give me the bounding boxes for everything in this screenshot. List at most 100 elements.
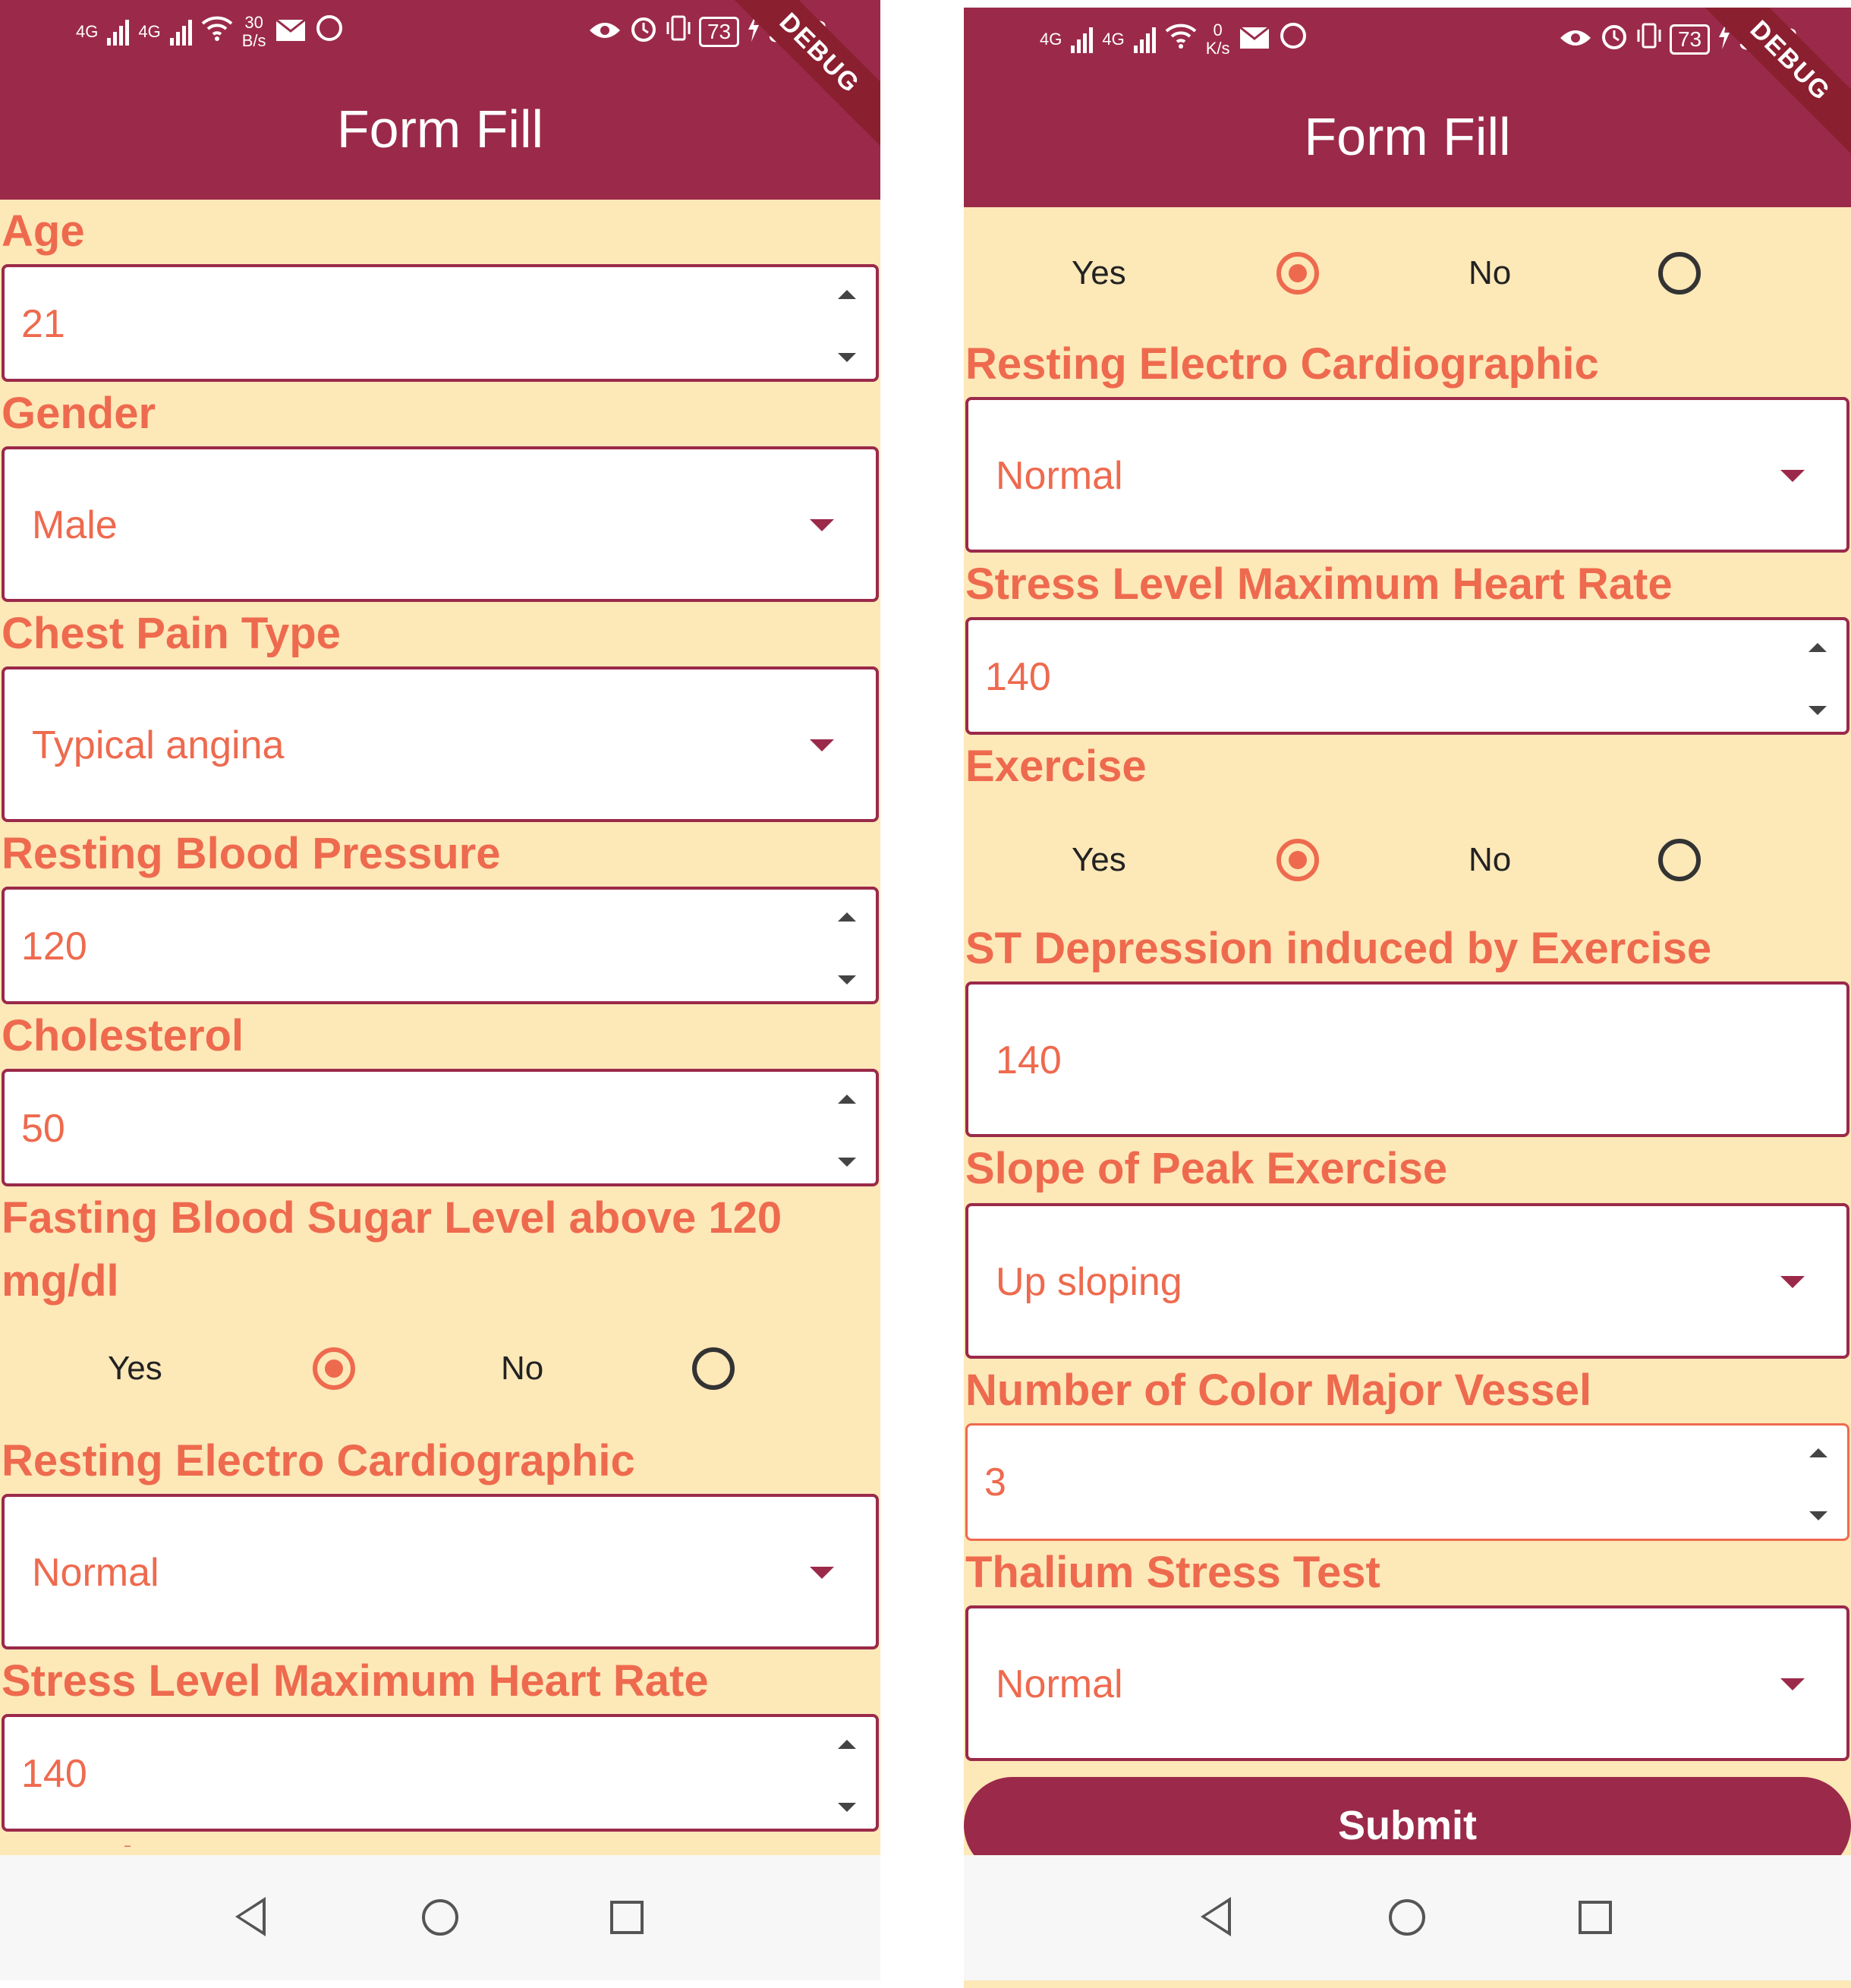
fasting-no-radio[interactable] xyxy=(1658,252,1701,295)
vibrate-icon xyxy=(1636,22,1662,57)
alarm-icon xyxy=(1600,21,1629,58)
battery-icon: 73 xyxy=(698,17,740,47)
gender-dropdown[interactable]: Male xyxy=(2,446,879,602)
fasting-yes-label: Yes xyxy=(1072,254,1126,291)
net-speed-unit: K/s xyxy=(1205,39,1230,58)
resting-bp-stepper[interactable] xyxy=(838,912,861,985)
signal-icon xyxy=(169,18,192,46)
spinner-down-icon[interactable] xyxy=(1809,1511,1827,1520)
battery-icon: 73 xyxy=(1669,24,1711,55)
system-nav-bar xyxy=(964,1855,1851,1980)
exercise-no-radio[interactable] xyxy=(1658,839,1701,881)
network-type-label: 4G xyxy=(138,22,161,41)
form-content: Yes No Resting Electro Cardiographic Nor… xyxy=(964,207,1851,1988)
resting-ecg-value: Normal xyxy=(996,454,1123,498)
app-bar: 4G 4G 30B/s 73 3:08 Form Fill DEB xyxy=(0,0,880,200)
max-hr-input[interactable]: 140 xyxy=(2,1714,879,1832)
resting-bp-label: Resting Blood Pressure xyxy=(2,829,501,878)
fasting-label-line2: mg/dl xyxy=(2,1256,119,1306)
slope-label: Slope of Peak Exercise xyxy=(965,1144,1448,1193)
fasting-yes-radio[interactable] xyxy=(313,1347,355,1390)
whatsapp-icon xyxy=(315,14,344,50)
spinner-up-icon[interactable] xyxy=(838,1095,856,1104)
slope-dropdown[interactable]: Up sloping xyxy=(965,1203,1849,1359)
cholesterol-input[interactable]: 50 xyxy=(2,1069,879,1186)
form-content: Age 21 Gender Male Chest Pain Type Typic… xyxy=(0,200,880,1980)
max-hr-stepper[interactable] xyxy=(838,1740,861,1812)
age-input[interactable]: 21 xyxy=(2,264,879,382)
net-speed-value: 0 xyxy=(1213,20,1223,39)
network-type-label: 4G xyxy=(1040,30,1062,49)
nav-back-icon[interactable] xyxy=(1201,1897,1231,1936)
spinner-down-icon[interactable] xyxy=(838,1803,856,1812)
dropdown-arrow-icon xyxy=(1780,1276,1805,1288)
age-label: Age xyxy=(2,206,85,256)
vessels-input[interactable]: 3 xyxy=(965,1423,1849,1541)
nav-recents-icon[interactable] xyxy=(1579,1901,1612,1934)
exercise-no-label: No xyxy=(1469,841,1512,878)
max-hr-label: Stress Level Maximum Heart Rate xyxy=(2,1656,709,1706)
thalium-value: Normal xyxy=(996,1662,1123,1706)
spinner-up-icon[interactable] xyxy=(1809,643,1827,652)
nav-back-icon[interactable] xyxy=(235,1897,266,1936)
fasting-no-label: No xyxy=(501,1350,544,1387)
nav-home-icon[interactable] xyxy=(422,1899,458,1936)
thalium-dropdown[interactable]: Normal xyxy=(965,1605,1849,1761)
st-depression-value: 140 xyxy=(996,1038,1062,1082)
st-depression-label: ST Depression induced by Exercise xyxy=(965,924,1712,973)
vibrate-icon xyxy=(666,14,691,49)
mail-icon xyxy=(1239,23,1270,57)
wifi-icon xyxy=(1165,22,1197,57)
fasting-no-radio[interactable] xyxy=(692,1347,735,1390)
spinner-down-icon[interactable] xyxy=(838,975,856,985)
max-hr-value: 140 xyxy=(21,1752,87,1796)
exercise-yes-radio[interactable] xyxy=(1276,839,1319,881)
chest-pain-dropdown[interactable]: Typical angina xyxy=(2,666,879,822)
spinner-down-icon[interactable] xyxy=(838,353,856,362)
nav-home-icon[interactable] xyxy=(1389,1899,1425,1936)
exercise-label-partial: Exercise xyxy=(2,1832,183,1847)
resting-bp-input[interactable]: 120 xyxy=(2,887,879,1004)
st-depression-input[interactable]: 140 xyxy=(965,981,1849,1137)
age-value: 21 xyxy=(21,302,65,346)
cholesterol-stepper[interactable] xyxy=(838,1095,861,1167)
spinner-down-icon[interactable] xyxy=(1809,706,1827,715)
chest-pain-value: Typical angina xyxy=(32,723,285,767)
whatsapp-icon xyxy=(1279,21,1308,58)
thalium-label: Thalium Stress Test xyxy=(965,1548,1380,1597)
eye-icon xyxy=(588,15,622,49)
resting-ecg-value: Normal xyxy=(32,1551,159,1595)
dropdown-arrow-icon xyxy=(810,739,834,751)
alarm-icon xyxy=(629,14,658,50)
chest-pain-label: Chest Pain Type xyxy=(2,609,341,658)
page-title: Form Fill xyxy=(336,99,544,159)
gender-value: Male xyxy=(32,503,118,547)
signal-icon xyxy=(107,18,130,46)
max-hr-input[interactable]: 140 xyxy=(965,617,1849,735)
spinner-down-icon[interactable] xyxy=(838,1158,856,1167)
spinner-up-icon[interactable] xyxy=(838,290,856,299)
max-hr-value: 140 xyxy=(985,655,1051,699)
resting-ecg-dropdown[interactable]: Normal xyxy=(965,397,1849,553)
network-type-label: 4G xyxy=(1102,30,1125,49)
dropdown-arrow-icon xyxy=(810,1567,834,1579)
nav-recents-icon[interactable] xyxy=(610,1901,644,1934)
system-nav-bar xyxy=(0,1855,880,1980)
resting-ecg-label: Resting Electro Cardiographic xyxy=(2,1436,635,1485)
age-stepper[interactable] xyxy=(838,290,861,362)
spinner-up-icon[interactable] xyxy=(838,912,856,922)
max-hr-stepper[interactable] xyxy=(1809,643,1831,715)
net-speed: 30 B/s xyxy=(242,14,266,50)
spinner-up-icon[interactable] xyxy=(838,1740,856,1749)
fasting-yes-radio[interactable] xyxy=(1276,252,1319,295)
spinner-up-icon[interactable] xyxy=(1809,1448,1827,1457)
net-speed: 0 K/s xyxy=(1206,21,1230,58)
slope-value: Up sloping xyxy=(996,1260,1182,1304)
left-screen: 4G 4G 30B/s 73 3:08 Form Fill DEB xyxy=(0,0,880,1980)
page-title: Form Fill xyxy=(1304,107,1511,166)
resting-ecg-dropdown[interactable]: Normal xyxy=(2,1494,879,1649)
vessels-stepper[interactable] xyxy=(1809,1448,1832,1520)
cholesterol-value: 50 xyxy=(21,1107,65,1151)
signal-icon xyxy=(1071,26,1094,53)
max-hr-label: Stress Level Maximum Heart Rate xyxy=(965,559,1673,609)
